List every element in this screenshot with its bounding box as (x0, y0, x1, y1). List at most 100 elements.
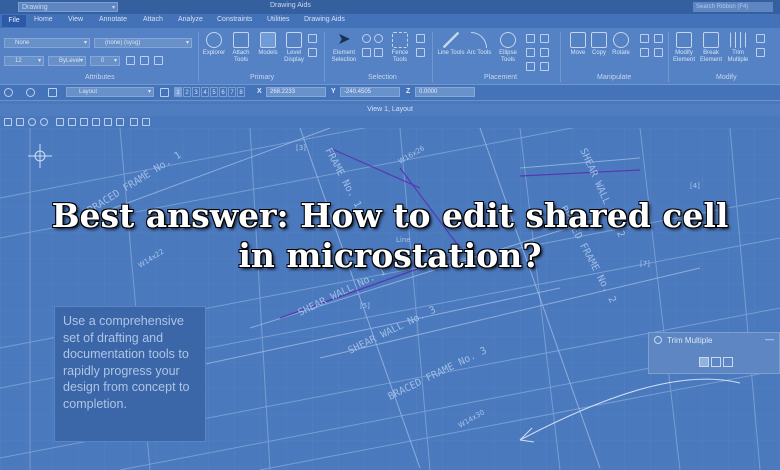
array-icon[interactable] (640, 48, 649, 57)
view-menu-icon[interactable] (4, 118, 12, 126)
dimension-icon[interactable] (540, 48, 549, 57)
tab-drawing-aids[interactable]: Drawing Aids (304, 16, 345, 23)
select-none-icon[interactable] (374, 34, 383, 43)
view-4-button[interactable]: 4 (201, 87, 209, 97)
trim-multiple-dialog[interactable]: Trim Multiple — (648, 332, 780, 374)
select-invert-icon[interactable] (374, 48, 383, 57)
z-coordinate-field[interactable]: 0.0000 (415, 87, 475, 97)
text-icon[interactable] (540, 34, 549, 43)
arc-tools-button[interactable]: Arc Tools (465, 32, 493, 57)
view-next-icon[interactable] (116, 118, 124, 126)
fence-clear-icon[interactable] (416, 34, 425, 43)
line-tools-button[interactable]: Line Tools (437, 32, 465, 57)
mirror-icon[interactable] (654, 34, 663, 43)
arc-icon (471, 32, 487, 48)
cursor-arrow-icon: ➤ (337, 31, 351, 48)
tab-attach[interactable]: Attach (143, 16, 163, 23)
window-area-icon[interactable] (56, 118, 64, 126)
view-attributes-icon[interactable] (4, 88, 13, 97)
view-7-button[interactable]: 7 (228, 87, 236, 97)
view-previous-icon[interactable] (104, 118, 112, 126)
level-display-button[interactable]: Level Display (280, 32, 308, 64)
explorer-label: Explorer (202, 50, 226, 56)
transparency-icon[interactable] (140, 56, 149, 65)
tab-file[interactable]: File (2, 15, 26, 27)
cell-icon[interactable] (526, 48, 535, 57)
tab-utilities[interactable]: Utilities (267, 16, 290, 23)
select-all-icon[interactable] (362, 34, 371, 43)
view-groups-icon[interactable] (160, 88, 169, 97)
workflow-selector[interactable]: Drawing ▾ (18, 2, 118, 12)
fence-stretch-icon[interactable] (416, 48, 425, 57)
layout-combo[interactable]: Layout ▾ (66, 87, 154, 97)
trim-multiple-button[interactable]: Trim Multiple (724, 32, 752, 64)
rotate-button[interactable]: Rotate (607, 32, 635, 57)
view-5-button[interactable]: 5 (210, 87, 218, 97)
tab-analyze[interactable]: Analyze (178, 16, 203, 23)
x-label: X (257, 88, 262, 95)
view-6-button[interactable]: 6 (219, 87, 227, 97)
trim-extend-icon[interactable] (711, 357, 721, 367)
fence-tools-button[interactable]: Fence Tools (386, 32, 414, 64)
tab-annotate[interactable]: Annotate (99, 16, 127, 23)
drawing-canvas[interactable]: BRACED FRAME No. 1 BRACED FRAME No. 2 BR… (0, 128, 780, 470)
view-3-button[interactable]: 3 (192, 87, 200, 97)
zoom-in-icon[interactable] (28, 118, 36, 126)
color-combo[interactable]: ByLevel ▾ (48, 56, 86, 66)
pan-view-icon[interactable] (92, 118, 100, 126)
break-element-button[interactable]: Break Element (697, 32, 725, 64)
display-style-icon[interactable] (26, 88, 35, 97)
ribbon-search-input[interactable]: Search Ribbon (F4) (693, 2, 773, 12)
polygon-icon[interactable] (526, 34, 535, 43)
view-1-button[interactable]: 1 (174, 87, 182, 97)
ellipse-tools-button[interactable]: Ellipse Tools (494, 32, 522, 64)
weight-combo[interactable]: 12 ▾ (4, 56, 44, 66)
group-divider (432, 32, 433, 82)
models-button[interactable]: Models (254, 32, 282, 57)
point-icon[interactable] (526, 62, 535, 71)
group-label-manipulate: Manipulate (597, 74, 632, 81)
chevron-down-icon: ▾ (113, 58, 117, 64)
fillet-icon[interactable] (756, 34, 765, 43)
lineweight-combo[interactable]: 0 ▾ (90, 56, 120, 66)
trim-mode-icon[interactable] (699, 357, 709, 367)
view-display-mode-icon[interactable] (142, 118, 150, 126)
attach-tools-button[interactable]: Attach Tools (227, 32, 255, 64)
view-8-button[interactable]: 8 (237, 87, 245, 97)
priority-icon[interactable] (154, 56, 163, 65)
modify-element-button[interactable]: Modify Element (670, 32, 698, 64)
extend-icon[interactable] (756, 48, 765, 57)
element-selection-button[interactable]: ➤ Element Selection (330, 32, 358, 64)
level-combo[interactable]: None ▾ (4, 38, 90, 48)
clip-volume-icon[interactable] (130, 118, 138, 126)
line-tools-label: Line Tools (437, 50, 465, 56)
view-rotation-icon[interactable] (48, 88, 57, 97)
trim-cut-icon[interactable] (723, 357, 733, 367)
group-divider (324, 32, 325, 82)
app-title: Drawing Aids (270, 2, 311, 9)
explorer-button[interactable]: Explorer (200, 32, 228, 57)
line-style-icon[interactable] (126, 56, 135, 65)
text-style-combo[interactable]: (none) (sysg) ▾ (94, 38, 192, 48)
view-window-title: View 1, Layout (0, 104, 780, 116)
scale-icon[interactable] (640, 34, 649, 43)
key-in-icon[interactable] (308, 48, 317, 57)
zoom-out-icon[interactable] (40, 118, 48, 126)
tab-constraints[interactable]: Constraints (217, 16, 252, 23)
pattern-icon[interactable] (540, 62, 549, 71)
tab-view[interactable]: View (68, 16, 83, 23)
fit-view-icon[interactable] (68, 118, 76, 126)
align-icon[interactable] (654, 48, 663, 57)
minimize-button[interactable]: — (765, 334, 774, 344)
y-coordinate-field[interactable]: -240.4505 (340, 87, 400, 97)
properties-icon[interactable] (308, 34, 317, 43)
view-2-button[interactable]: 2 (183, 87, 191, 97)
grid-tag-4: [4] (690, 182, 700, 190)
tab-home[interactable]: Home (34, 16, 53, 23)
rotate-view-icon[interactable] (80, 118, 88, 126)
select-filter-icon[interactable] (362, 48, 371, 57)
chevron-down-icon: ▾ (185, 40, 189, 46)
x-coordinate-field[interactable]: 268.2233 (266, 87, 326, 97)
trim-dialog-title: Trim Multiple (667, 336, 713, 345)
update-view-icon[interactable] (16, 118, 24, 126)
